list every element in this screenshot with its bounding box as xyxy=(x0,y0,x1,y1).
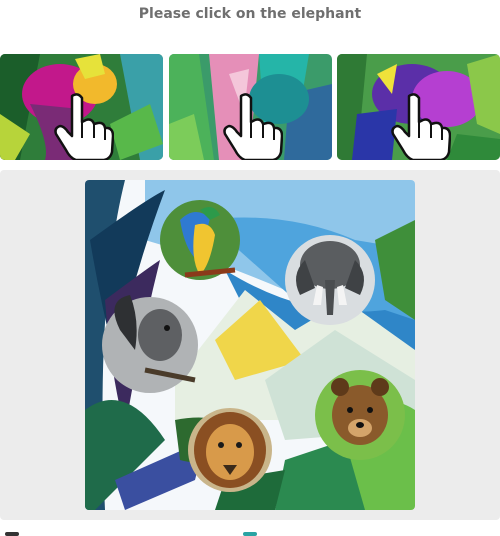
logo-icon[interactable] xyxy=(5,532,19,536)
elephant-image[interactable] xyxy=(285,235,375,325)
challenge-instruction: Please click on the elephant xyxy=(138,6,362,22)
pointing-hand-cursor-icon xyxy=(223,93,283,160)
pointing-hand-cursor-icon xyxy=(54,93,114,160)
challenge-footer xyxy=(0,520,500,536)
challenge-panel xyxy=(0,170,500,520)
bear-image xyxy=(315,370,405,460)
info-icon[interactable] xyxy=(243,532,257,536)
example-image-3[interactable] xyxy=(337,54,500,160)
example-images-strip xyxy=(0,54,500,160)
pointing-hand-cursor-icon xyxy=(391,93,451,160)
jungle-scene-illustration xyxy=(85,180,415,510)
lion-image xyxy=(188,408,272,492)
example-image-1[interactable] xyxy=(0,54,163,160)
challenge-image[interactable] xyxy=(85,180,415,510)
captcha-challenge: Please click on the elephant xyxy=(0,0,500,536)
example-image-2[interactable] xyxy=(169,54,332,160)
parrot-image xyxy=(160,200,240,280)
